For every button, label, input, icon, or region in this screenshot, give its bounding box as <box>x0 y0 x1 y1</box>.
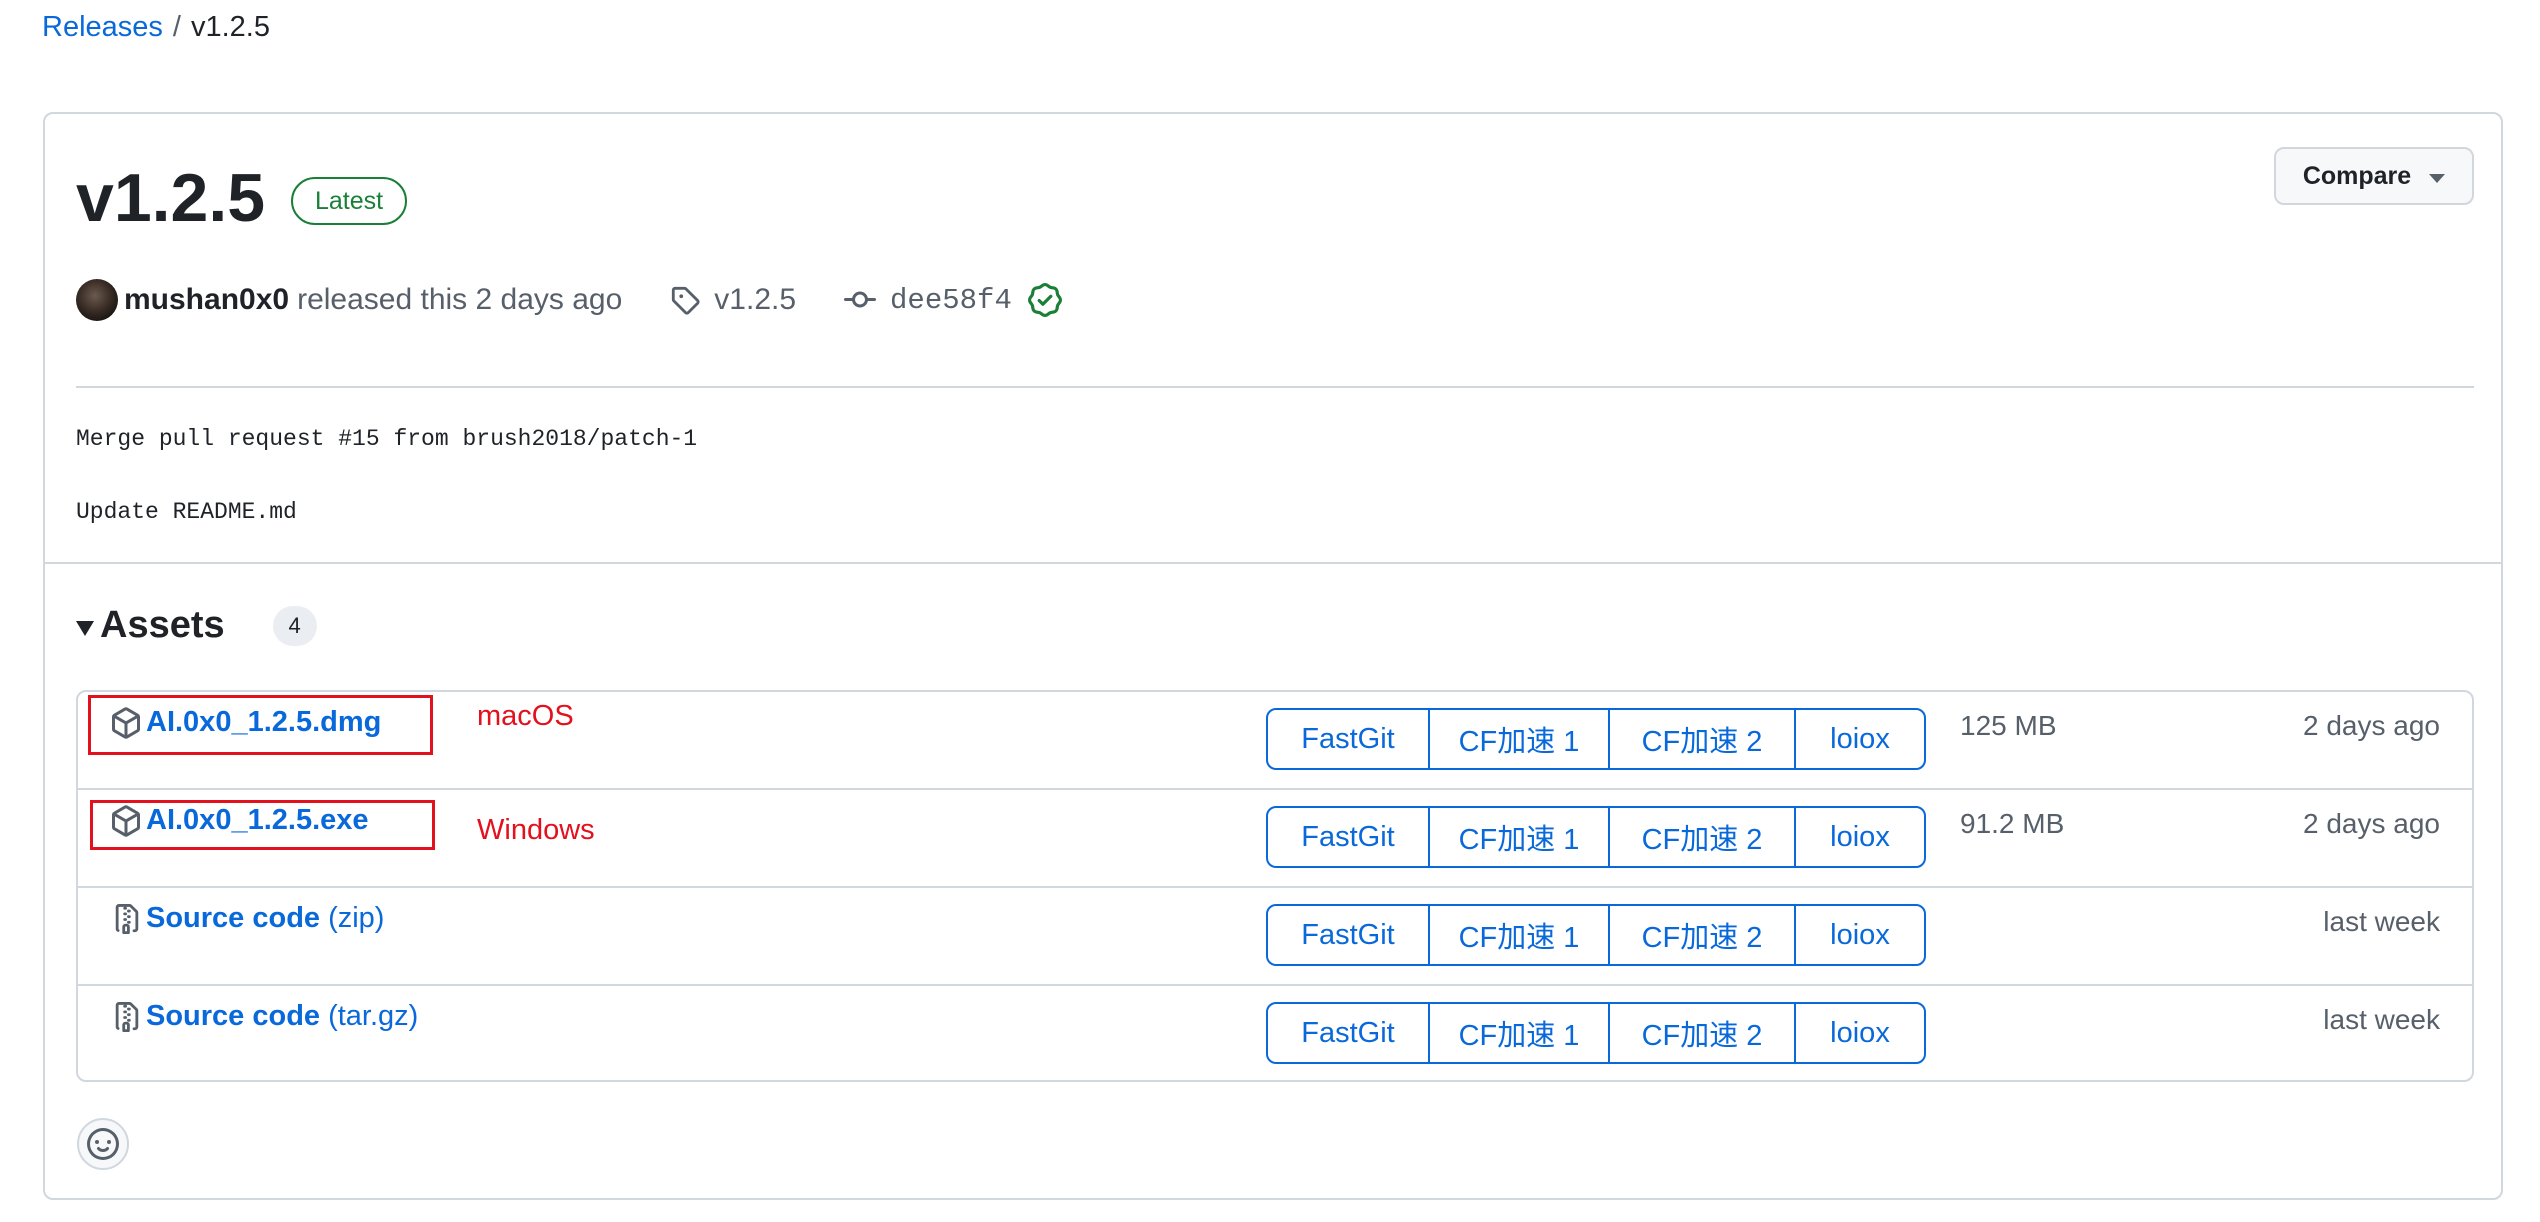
verified-icon[interactable] <box>1027 283 1062 317</box>
mirror-fastgit-button[interactable]: FastGit <box>1268 906 1430 964</box>
commit-link[interactable]: dee58f4 <box>890 284 1012 317</box>
assets-title: Assets <box>100 604 225 646</box>
divider <box>76 386 2474 388</box>
asset-name: AI.0x0_1.2.5.dmg <box>146 706 382 738</box>
mirror-cf2-button[interactable]: CF加速 2 <box>1610 710 1796 768</box>
mirror-loiox-button[interactable]: loiox <box>1796 906 1924 964</box>
row-divider <box>77 886 2473 888</box>
mirror-fastgit-button[interactable]: FastGit <box>1268 710 1430 768</box>
mirror-fastgit-button[interactable]: FastGit <box>1268 1004 1430 1062</box>
tag-link[interactable]: v1.2.5 <box>714 283 796 317</box>
asset-link[interactable]: AI.0x0_1.2.5.dmg <box>110 706 381 739</box>
mirror-cf2-button[interactable]: CF加速 2 <box>1610 906 1796 964</box>
asset-name: Source code <box>146 902 321 934</box>
mirror-cf1-button[interactable]: CF加速 1 <box>1430 808 1610 866</box>
annotation-label: macOS <box>477 700 574 732</box>
asset-name: Source code <box>146 1000 321 1032</box>
commit-message-line: Merge pull request #15 from brush2018/pa… <box>76 426 698 452</box>
commit-message-line: Update README.md <box>76 499 297 525</box>
mirror-button-group: FastGit CF加速 1 CF加速 2 loiox <box>1266 904 1926 966</box>
mirror-loiox-button[interactable]: loiox <box>1796 1004 1924 1062</box>
asset-size: 125 MB <box>1960 710 2057 741</box>
release-title: v1.2.5 <box>76 160 266 236</box>
asset-link[interactable]: Source code (zip) <box>112 902 384 935</box>
asset-link[interactable]: AI.0x0_1.2.5.exe <box>110 804 369 837</box>
release-meta: mushan0x0 released this 2 days ago v1.2.… <box>76 276 1062 324</box>
package-icon <box>110 804 142 837</box>
tag-icon <box>670 285 700 315</box>
mirror-fastgit-button[interactable]: FastGit <box>1268 808 1430 866</box>
git-commit-icon <box>844 284 877 316</box>
mirror-cf1-button[interactable]: CF加速 1 <box>1430 1004 1610 1062</box>
assets-count-badge: 4 <box>272 605 317 646</box>
compare-button[interactable]: Compare <box>2274 147 2474 205</box>
smiley-icon <box>87 1128 119 1160</box>
asset-date: 2 days ago <box>2303 808 2440 839</box>
mirror-cf2-button[interactable]: CF加速 2 <box>1610 1004 1796 1062</box>
chevron-down-icon <box>2429 173 2446 183</box>
mirror-loiox-button[interactable]: loiox <box>1796 710 1924 768</box>
mirror-button-group: FastGit CF加速 1 CF加速 2 loiox <box>1266 708 1926 770</box>
annotation-label: Windows <box>477 814 595 846</box>
asset-suffix: (tar.gz) <box>328 1000 419 1032</box>
row-divider <box>77 984 2473 986</box>
asset-date: 2 days ago <box>2303 710 2440 741</box>
file-zip-icon <box>112 903 142 935</box>
mirror-cf1-button[interactable]: CF加速 1 <box>1430 710 1610 768</box>
row-divider <box>77 788 2473 790</box>
breadcrumb-releases-link[interactable]: Releases <box>42 11 163 43</box>
add-reaction-button[interactable] <box>77 1118 129 1170</box>
package-icon <box>110 706 142 739</box>
compare-label: Compare <box>2302 161 2412 190</box>
mirror-button-group: FastGit CF加速 1 CF加速 2 loiox <box>1266 1002 1926 1064</box>
triangle-down-icon <box>76 621 94 636</box>
file-zip-icon <box>112 1001 142 1033</box>
breadcrumb: Releases / v1.2.5 <box>42 10 270 44</box>
asset-name: AI.0x0_1.2.5.exe <box>146 804 369 836</box>
mirror-button-group: FastGit CF加速 1 CF加速 2 loiox <box>1266 806 1926 868</box>
mirror-cf1-button[interactable]: CF加速 1 <box>1430 906 1610 964</box>
released-text: released this 2 days ago <box>297 283 623 316</box>
asset-suffix: (zip) <box>328 902 385 934</box>
asset-date: last week <box>2323 1004 2440 1035</box>
asset-date: last week <box>2323 906 2440 937</box>
divider <box>43 562 2503 564</box>
mirror-cf2-button[interactable]: CF加速 2 <box>1610 808 1796 866</box>
author-link[interactable]: mushan0x0 <box>124 283 289 317</box>
mirror-loiox-button[interactable]: loiox <box>1796 808 1924 866</box>
breadcrumb-separator: / <box>172 11 181 43</box>
asset-size: 91.2 MB <box>1960 808 2065 839</box>
breadcrumb-current: v1.2.5 <box>190 11 270 43</box>
asset-link[interactable]: Source code (tar.gz) <box>112 1000 418 1033</box>
latest-badge: Latest <box>291 177 408 225</box>
avatar[interactable] <box>76 279 118 321</box>
assets-toggle[interactable]: Assets 4 <box>76 604 317 647</box>
